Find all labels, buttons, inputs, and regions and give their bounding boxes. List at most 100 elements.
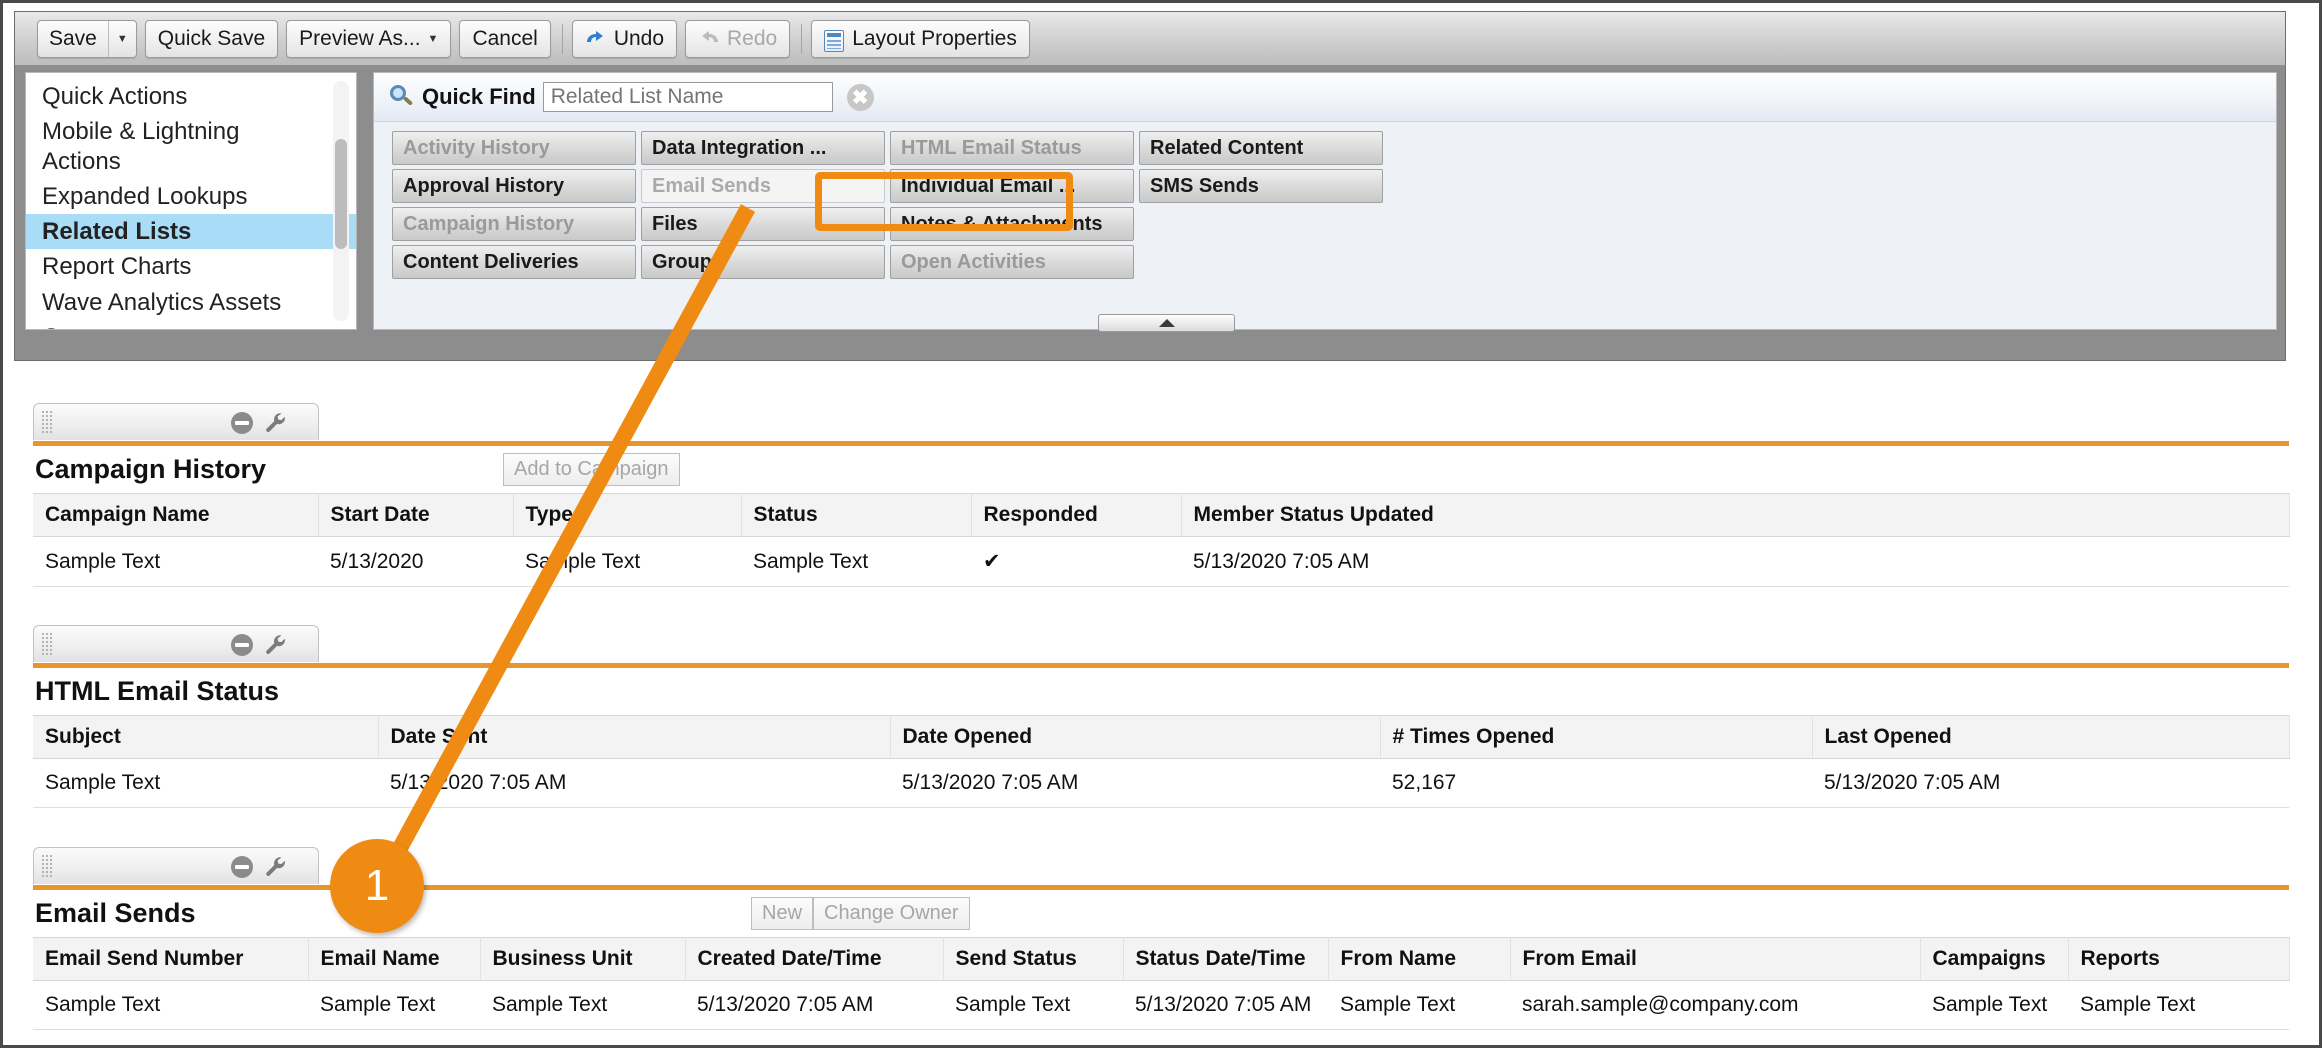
panel-resize-handle[interactable] (1098, 314, 1235, 332)
sidebar-item-label: Wave Analytics Assets (42, 289, 281, 316)
palette-item-label: Content Deliveries (403, 251, 579, 274)
table-cell: Sample Text (33, 537, 318, 587)
palette-item-open-activities[interactable]: Open Activities (890, 245, 1134, 279)
cancel-label: Cancel (472, 27, 537, 51)
collapse-icon[interactable] (231, 412, 253, 434)
drag-handle-icon[interactable] (41, 854, 53, 878)
table-cell: Sample Text (513, 537, 741, 587)
table-cell: Sample Text (33, 981, 308, 1030)
save-dropdown-arrow-icon[interactable]: ▼ (108, 21, 136, 57)
palette-item-groups[interactable]: Groups (641, 245, 885, 279)
table-cell: 5/13/2020 (318, 537, 513, 587)
sidebar-item-report-charts[interactable]: Report Charts (26, 249, 356, 284)
editor-sidebar: Quick Actions Mobile & Lightning Actions… (25, 72, 357, 330)
responded-checkmark-icon: ✔ (971, 537, 1181, 587)
palette-item-label: Open Activities (901, 251, 1046, 274)
column-header: Campaign Name (33, 494, 318, 537)
collapse-icon[interactable] (231, 856, 253, 878)
palette-item-label: Approval History (403, 175, 564, 198)
palette-item-approval-history[interactable]: Approval History (392, 169, 636, 203)
sidebar-scrollbar-thumb[interactable] (335, 139, 347, 249)
toolbar-divider (562, 24, 563, 54)
palette-item-empty (1139, 207, 1383, 241)
layout-properties-button[interactable]: Layout Properties (811, 20, 1030, 58)
sidebar-item-components[interactable]: Components (26, 320, 356, 330)
column-header: Reports (2068, 938, 2289, 981)
sidebar-item-wave-analytics-assets[interactable]: Wave Analytics Assets (26, 285, 356, 320)
sidebar-item-expanded-lookups[interactable]: Expanded Lookups (26, 179, 356, 214)
table-row: Sample Text Sample Text Sample Text 5/13… (33, 981, 2289, 1030)
save-button[interactable]: Save ▼ (37, 20, 137, 58)
chevron-up-icon (1159, 319, 1175, 327)
table-cell: 5/13/2020 7:05 AM (378, 759, 890, 808)
add-to-campaign-button[interactable]: Add to Campaign (503, 453, 680, 486)
table-header-row: Email Send Number Email Name Business Un… (33, 938, 2289, 981)
wrench-icon[interactable] (263, 854, 289, 880)
palette-item-files[interactable]: Files (641, 207, 885, 241)
column-header: Start Date (318, 494, 513, 537)
palette-item-label: Related Content (1150, 137, 1303, 160)
wrench-icon[interactable] (263, 632, 289, 658)
section-tab[interactable] (33, 625, 319, 662)
wrench-icon[interactable] (263, 410, 289, 436)
table-cell: 52,167 (1380, 759, 1812, 808)
palette-item-notes-attachments[interactable]: Notes & Attachments (890, 207, 1134, 241)
palette-item-label: Files (652, 213, 698, 236)
preview-as-label: Preview As... (299, 27, 420, 51)
section-tab[interactable] (33, 847, 319, 884)
sidebar-item-label: Components (42, 324, 178, 330)
toolbar-divider-2 (801, 24, 802, 54)
table-header-row: Campaign Name Start Date Type Status Res… (33, 494, 2289, 537)
close-icon[interactable]: ✖ (847, 84, 874, 111)
redo-icon (698, 29, 720, 51)
table-cell: 5/13/2020 7:05 AM (890, 759, 1380, 808)
table-row: Sample Text 5/13/2020 7:05 AM 5/13/2020 … (33, 759, 2289, 808)
layout-properties-icon (824, 30, 844, 52)
drag-handle-icon[interactable] (41, 632, 53, 656)
related-lists-palette: Quick Find ✖ Activity History Data Integ… (373, 72, 2277, 330)
palette-item-activity-history[interactable]: Activity History (392, 131, 636, 165)
palette-item-label: SMS Sends (1150, 175, 1259, 198)
table-header-row: Subject Date Sent Date Opened # Times Op… (33, 716, 2289, 759)
undo-label: Undo (614, 27, 664, 51)
editor-body: Quick Actions Mobile & Lightning Actions… (25, 72, 2277, 330)
palette-item-sms-sends[interactable]: SMS Sends (1139, 169, 1383, 203)
sidebar-item-label: Report Charts (42, 253, 191, 280)
sidebar-item-related-lists[interactable]: Related Lists (26, 214, 356, 249)
table-cell: Sample Text (308, 981, 480, 1030)
palette-item-label: Individual Email ... (901, 175, 1075, 198)
section-tab[interactable] (33, 403, 319, 440)
sidebar-item-quick-actions[interactable]: Quick Actions (26, 79, 356, 114)
palette-row: Campaign History Files Notes & Attachmen… (392, 207, 1402, 241)
collapse-icon[interactable] (231, 634, 253, 656)
table-cell: sarah.sample@company.com (1510, 981, 1920, 1030)
palette-item-related-content[interactable]: Related Content (1139, 131, 1383, 165)
palette-item-campaign-history[interactable]: Campaign History (392, 207, 636, 241)
new-button[interactable]: New (751, 897, 813, 930)
preview-as-button[interactable]: Preview As... ▼ (286, 20, 451, 58)
sidebar-scrollbar[interactable] (333, 81, 349, 321)
editor-toolbar: Save ▼ Quick Save Preview As... ▼ Cancel (15, 12, 2285, 66)
redo-button[interactable]: Redo (685, 20, 790, 58)
palette-item-email-sends[interactable]: Email Sends (641, 169, 885, 203)
palette-item-individual-email[interactable]: Individual Email ... (890, 169, 1134, 203)
quick-save-button[interactable]: Quick Save (145, 20, 278, 58)
search-icon (390, 85, 414, 109)
page-layout-editor-panel: Save ▼ Quick Save Preview As... ▼ Cancel (14, 11, 2286, 361)
sidebar-item-mobile-lightning-actions[interactable]: Mobile & Lightning Actions (26, 114, 297, 179)
table-cell: 5/13/2020 7:05 AM (1812, 759, 2289, 808)
quick-find-input[interactable] (543, 82, 833, 112)
column-header: # Times Opened (1380, 716, 1812, 759)
palette-item-data-integration[interactable]: Data Integration ... (641, 131, 885, 165)
section-handle-bar (33, 625, 2289, 663)
cancel-button[interactable]: Cancel (459, 20, 550, 58)
undo-button[interactable]: Undo (572, 20, 677, 58)
palette-item-html-email-status[interactable]: HTML Email Status (890, 131, 1134, 165)
palette-item-content-deliveries[interactable]: Content Deliveries (392, 245, 636, 279)
table-row: Sample Text 5/13/2020 Sample Text Sample… (33, 537, 2289, 587)
change-owner-button[interactable]: Change Owner (813, 897, 970, 930)
column-header: Status Date/Time (1123, 938, 1328, 981)
column-header: Status (741, 494, 971, 537)
drag-handle-icon[interactable] (41, 410, 53, 434)
palette-row: Content Deliveries Groups Open Activitie… (392, 245, 1402, 279)
